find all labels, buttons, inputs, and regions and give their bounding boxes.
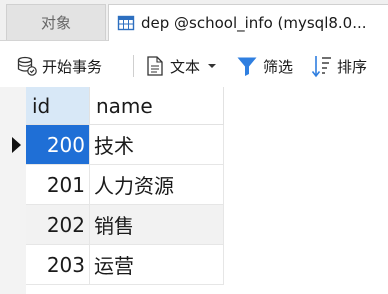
column-header-id[interactable]: id (26, 87, 90, 125)
text-view-button[interactable]: 文本 (146, 41, 217, 91)
cell-name-value: 销售 (94, 214, 134, 238)
cell-id-value: 201 (46, 172, 85, 197)
text-view-label: 文本 (170, 57, 201, 76)
table-cell-id[interactable]: 201 (26, 165, 90, 205)
filter-label: 筛选 (263, 57, 294, 76)
table-cell-name[interactable]: 人力资源 (90, 165, 224, 205)
sort-label: 排序 (337, 57, 368, 76)
table-cell-name[interactable]: 技术 (90, 125, 224, 165)
cell-name-value: 人力资源 (94, 174, 174, 198)
toolbar-divider (133, 55, 134, 77)
tab-dep-table-label: dep @school_info (mysql8.0... (141, 14, 367, 32)
cell-name-value: 技术 (94, 134, 134, 158)
tab-objects[interactable]: 对象 (6, 4, 106, 40)
tab-dep-table[interactable]: dep @school_info (mysql8.0... (108, 4, 388, 41)
column-header-name-label: name (96, 93, 153, 118)
toolbar: 开始事务 文本 筛选 排序 (0, 41, 388, 91)
current-row-arrow-icon (12, 137, 21, 153)
filter-funnel-icon (237, 57, 257, 76)
cell-name-value: 运营 (94, 254, 134, 278)
tab-bar: 对象 dep @school_info (mysql8.0... (0, 0, 388, 41)
table-icon (117, 15, 135, 31)
column-header-id-label: id (32, 93, 51, 118)
sort-icon (311, 56, 331, 78)
database-transaction-icon (17, 56, 37, 76)
table-cell-id[interactable]: 203 (26, 245, 90, 285)
begin-transaction-label: 开始事务 (42, 57, 103, 76)
tab-objects-label: 对象 (40, 14, 71, 32)
data-grid: id name 200 技术 201 人力资源 202 销售 203 运营 (0, 87, 388, 294)
filter-button[interactable]: 筛选 (236, 41, 293, 91)
begin-transaction-button[interactable]: 开始事务 (16, 41, 102, 91)
cell-id-value: 200 (46, 132, 85, 157)
sort-button[interactable]: 排序 (311, 41, 367, 91)
cell-id-value: 202 (46, 212, 85, 237)
cell-id-value: 203 (46, 252, 85, 277)
column-header-name[interactable]: name (90, 87, 224, 125)
table-cell-name[interactable]: 销售 (90, 205, 224, 245)
dropdown-caret-icon (208, 64, 217, 68)
table-cell-name[interactable]: 运营 (90, 245, 224, 285)
document-icon (147, 56, 163, 76)
table-cell-id[interactable]: 200 (26, 125, 90, 165)
table-cell-id[interactable]: 202 (26, 205, 90, 245)
row-indicator-column (0, 87, 26, 294)
